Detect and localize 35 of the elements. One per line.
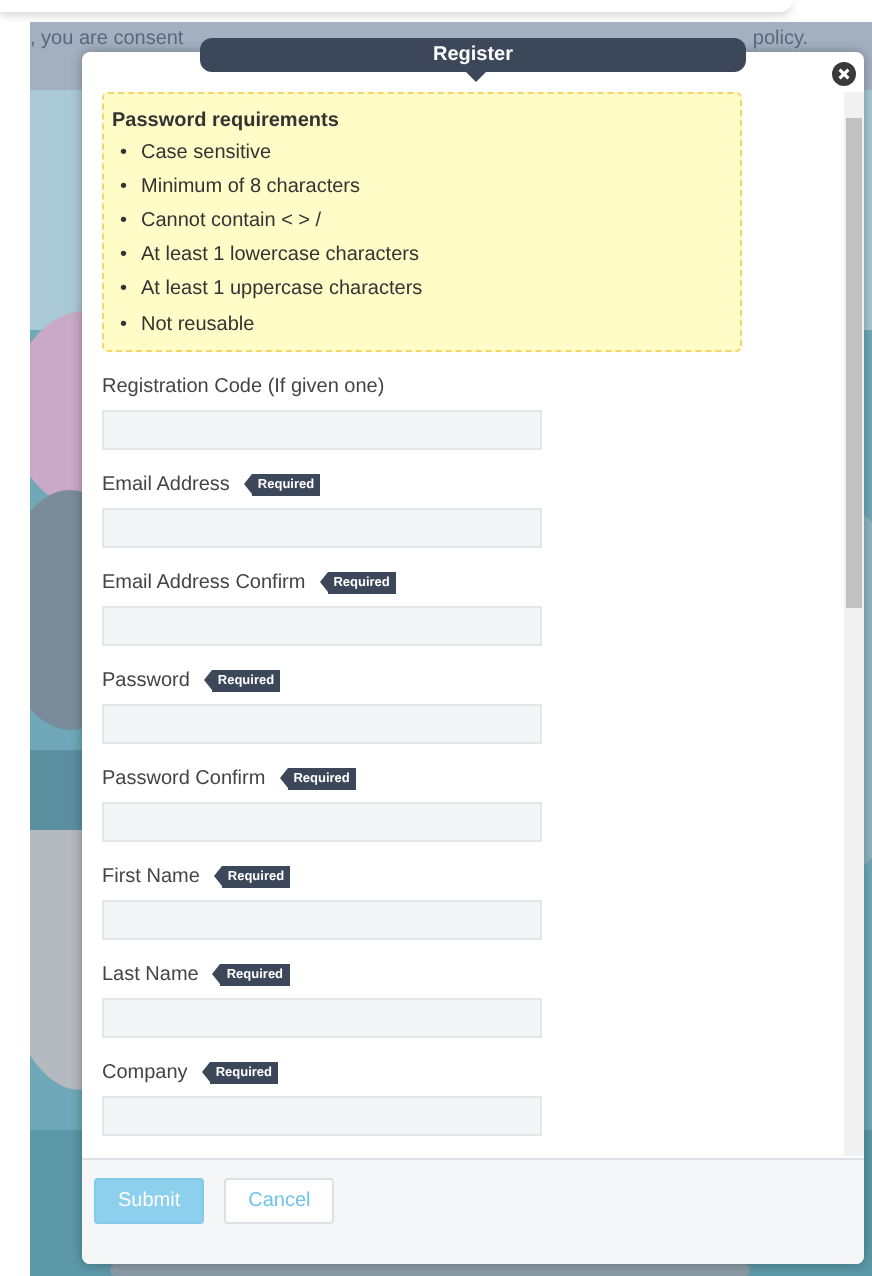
input-field[interactable] bbox=[102, 508, 542, 549]
field-label: Password bbox=[102, 667, 190, 696]
requirements-title: Password requirements bbox=[112, 108, 341, 136]
input-field[interactable] bbox=[102, 900, 542, 941]
list-bullet: • bbox=[120, 175, 128, 200]
background-text: policy. bbox=[752, 28, 808, 50]
list-bullet: • bbox=[120, 278, 128, 303]
field-label: Registration Code (If given one) bbox=[102, 373, 385, 402]
field-label: Email Address Confirm bbox=[102, 569, 306, 598]
cancel-button[interactable]: Cancel bbox=[224, 1178, 335, 1224]
field-label: Company bbox=[102, 1059, 188, 1088]
list-bullet: • bbox=[120, 141, 128, 166]
background-text: , you are consent bbox=[30, 28, 184, 50]
input-field[interactable] bbox=[102, 1096, 542, 1137]
requirement-item: Not reusable bbox=[141, 313, 255, 338]
input-field[interactable] bbox=[102, 410, 542, 451]
input-field[interactable] bbox=[102, 606, 542, 647]
requirement-item: Case sensitive bbox=[141, 141, 272, 166]
input-field[interactable] bbox=[102, 998, 542, 1039]
list-bullet: • bbox=[120, 313, 128, 338]
field-label: Password Confirm bbox=[102, 765, 266, 794]
requirement-item: At least 1 uppercase characters bbox=[141, 278, 423, 303]
close-icon[interactable] bbox=[832, 62, 856, 86]
list-bullet: • bbox=[120, 209, 128, 234]
field-label: Email Address bbox=[102, 471, 230, 500]
requirement-item: Cannot contain < > / bbox=[141, 209, 322, 234]
field-label: First Name bbox=[102, 863, 200, 892]
requirement-item: Minimum of 8 characters bbox=[141, 175, 360, 200]
field-label: Last Name bbox=[102, 961, 199, 990]
input-field[interactable] bbox=[102, 704, 542, 745]
dialog-title: Register bbox=[200, 38, 746, 72]
input-field[interactable] bbox=[102, 802, 542, 843]
list-bullet: • bbox=[120, 244, 128, 269]
scrollbar-thumb[interactable] bbox=[846, 118, 862, 608]
requirement-item: At least 1 lowercase characters bbox=[141, 244, 419, 269]
